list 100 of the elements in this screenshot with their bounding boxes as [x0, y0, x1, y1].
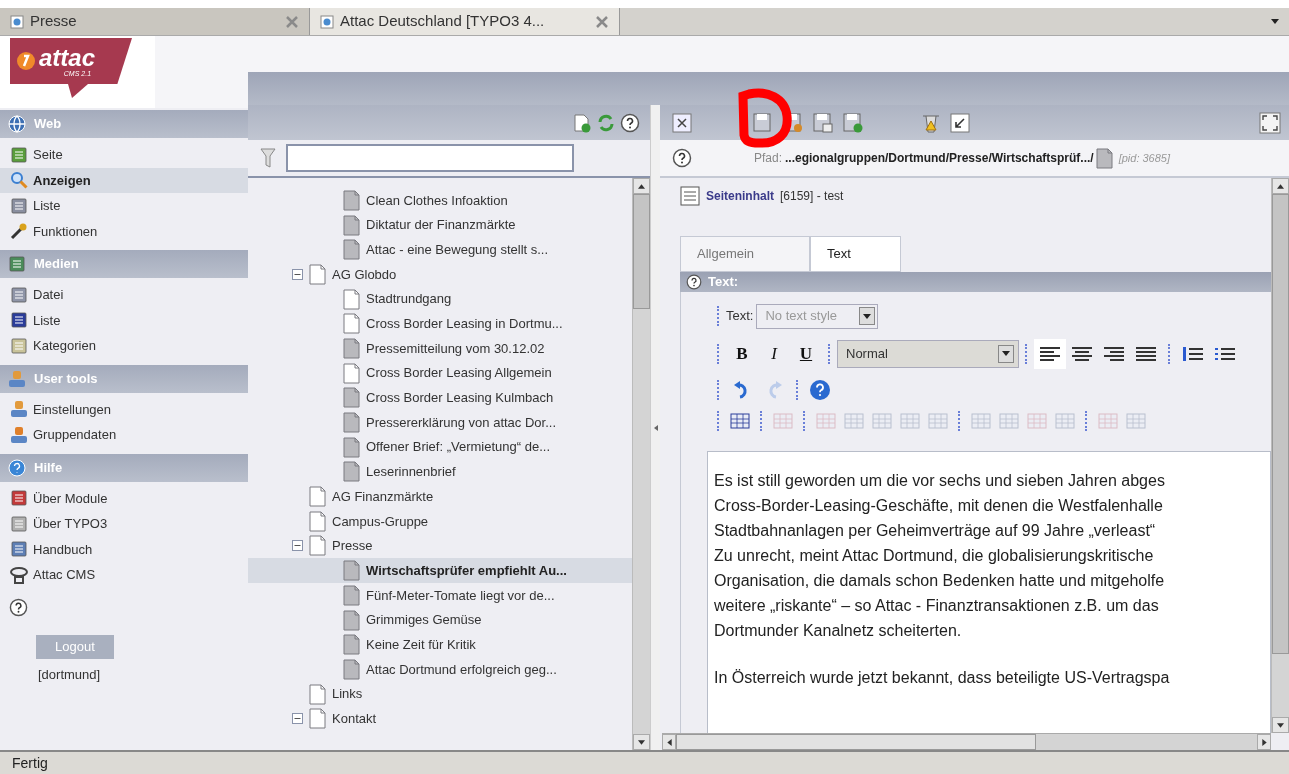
tree-label[interactable]: Wirtschaftsprüfer empfiehlt Au...: [366, 560, 567, 581]
tree-row[interactable]: Clean Clothes Infoaktion: [248, 188, 632, 213]
tab-label[interactable]: Attac Deutschland [TYPO3 4...: [340, 10, 589, 33]
scroll-right-icon[interactable]: [1261, 738, 1267, 746]
tree-label[interactable]: Campus-Gruppe: [332, 511, 429, 532]
scroll-thumb[interactable]: [633, 194, 650, 309]
format-button[interactable]: I: [758, 340, 790, 367]
sidebar-item[interactable]: Attac CMS: [0, 562, 248, 588]
tree-row[interactable]: Cross Border Leasing Allgemein: [248, 360, 632, 386]
tab[interactable]: Text: [810, 236, 901, 272]
sidebar-item[interactable]: Liste: [0, 193, 248, 219]
tree-label[interactable]: Grimmiges Gemüse: [366, 610, 482, 630]
filter-field[interactable]: [286, 144, 574, 172]
tree-row[interactable]: Grimmiges Gemüse: [248, 607, 632, 633]
tree-row[interactable]: Leserinnenbrief: [248, 459, 632, 485]
tree-label[interactable]: Cross Border Leasing in Dortmu...: [366, 314, 563, 334]
tree-label[interactable]: Leserinnenbrief: [366, 462, 456, 482]
text-style-label: Text:: [726, 307, 754, 326]
collapse-icon[interactable]: [292, 713, 303, 725]
browser-tab[interactable]: Presse: [0, 8, 310, 35]
tree-label[interactable]: AG Globdo: [332, 264, 397, 285]
tree-label[interactable]: Links: [332, 684, 363, 704]
scroll-thumb[interactable]: [1272, 194, 1289, 654]
tree-row[interactable]: Pressererklärung von attac Dor...: [248, 410, 632, 435]
collapse-icon[interactable]: [292, 268, 303, 280]
tree-label[interactable]: Presse: [332, 536, 373, 556]
table-icon: [1125, 410, 1147, 431]
tree-row[interactable]: Fünf-Meter-Tomate liegt vor de...: [248, 583, 632, 608]
sidebar-item[interactable]: Datei: [0, 282, 248, 308]
sidebar-item[interactable]: Kategorien: [0, 333, 248, 359]
scroll-thumb[interactable]: [676, 734, 1036, 750]
tree-label[interactable]: Clean Clothes Infoaktion: [366, 190, 508, 211]
scrollbar[interactable]: [632, 178, 650, 750]
tree-row[interactable]: Presse: [248, 533, 632, 559]
tree-row[interactable]: Diktatur der Finanzmärkte: [248, 212, 632, 238]
scroll-up-icon[interactable]: [638, 183, 645, 189]
sidebar-item[interactable]: Handbuch: [0, 536, 248, 562]
scrollbar[interactable]: [662, 733, 1271, 750]
tree-row[interactable]: Campus-Gruppe: [248, 508, 632, 534]
tree-label[interactable]: Cross Border Leasing Allgemein: [366, 363, 552, 383]
calendar-icon: [10, 311, 28, 330]
sidebar-item[interactable]: Seite: [0, 142, 248, 168]
tree-label[interactable]: Pressererklärung von attac Dor...: [366, 412, 557, 433]
record-type-link[interactable]: Seiteninhalt: [706, 187, 774, 205]
dropdown-icon[interactable]: [1271, 19, 1279, 24]
tree-row[interactable]: Attac Dortmund erfolgreich geg...: [248, 657, 632, 682]
collapse-arrow-icon[interactable]: [653, 424, 658, 431]
format-button[interactable]: U: [790, 340, 822, 367]
tree-label[interactable]: Stadtrundgang: [366, 289, 452, 309]
tree-label[interactable]: Attac Dortmund erfolgreich geg...: [366, 659, 557, 680]
table-icon: [1026, 410, 1048, 431]
tree-row[interactable]: Offener Brief: „Vermietung“ de...: [248, 434, 632, 460]
sidebar-item[interactable]: Anzeigen: [0, 167, 248, 193]
toolbar-grip: [717, 379, 720, 400]
scroll-down-icon[interactable]: [1277, 722, 1284, 728]
tab-label[interactable]: Presse: [30, 10, 279, 33]
tree-label[interactable]: Cross Border Leasing Kulmbach: [366, 388, 554, 408]
tree-row[interactable]: Attac - eine Bewegung stellt s...: [248, 237, 632, 263]
tree-row[interactable]: Cross Border Leasing in Dortmu...: [248, 311, 632, 337]
align-icon: [1040, 346, 1060, 361]
tree-label[interactable]: Pressemitteilung vom 30.12.02: [366, 338, 545, 359]
sidebar-item[interactable]: Über TYPO3: [0, 511, 248, 537]
browser-tab[interactable]: Attac Deutschland [TYPO3 4...: [310, 8, 620, 35]
dropdown-icon[interactable]: [1002, 351, 1010, 356]
tree-label[interactable]: Attac - eine Bewegung stellt s...: [366, 239, 549, 260]
tree-row[interactable]: Kontakt: [248, 706, 632, 732]
tree-row[interactable]: Cross Border Leasing Kulmbach: [248, 385, 632, 411]
tree-label[interactable]: AG Finanzmärkte: [332, 486, 434, 507]
tab[interactable]: Allgemein: [680, 236, 810, 272]
block-style-select[interactable]: Normal: [837, 339, 1019, 368]
tree-label[interactable]: Offener Brief: „Vermietung“ de...: [366, 437, 550, 457]
tree-label[interactable]: Diktatur der Finanzmärkte: [366, 215, 516, 235]
tree-row[interactable]: AG Globdo: [248, 262, 632, 287]
tree-row[interactable]: Stadtrundgang: [248, 286, 632, 312]
tree-row[interactable]: Wirtschaftsprüfer empfiehlt Au...: [248, 558, 632, 583]
sidebar-item[interactable]: Über Module: [0, 485, 248, 511]
scroll-up-icon[interactable]: [1277, 183, 1284, 189]
numbered-list-icon[interactable]: [1183, 345, 1203, 362]
tree-row[interactable]: Links: [248, 681, 632, 707]
sidebar-item[interactable]: Liste: [0, 307, 248, 333]
scroll-down-icon[interactable]: [638, 739, 645, 745]
sidebar-item[interactable]: Funktionen: [0, 218, 248, 244]
tree-row[interactable]: AG Finanzmärkte: [248, 484, 632, 509]
tree-row[interactable]: Pressemitteilung vom 30.12.02: [248, 336, 632, 361]
tree-row[interactable]: Keine Zeit für Kritik: [248, 632, 632, 658]
collapse-icon[interactable]: [292, 540, 303, 552]
sidebar-item[interactable]: Einstellungen: [0, 396, 248, 422]
group-title: User tools: [34, 369, 98, 388]
scroll-left-icon[interactable]: [666, 738, 672, 746]
format-button[interactable]: B: [726, 340, 758, 367]
scrollbar[interactable]: [1271, 178, 1289, 733]
globe-icon: [8, 115, 26, 133]
sidebar-item[interactable]: Gruppendaten: [0, 422, 248, 448]
tree-label[interactable]: Kontakt: [332, 709, 377, 729]
tree-label[interactable]: Fünf-Meter-Tomate liegt vor de...: [366, 585, 555, 606]
align-button[interactable]: [1034, 338, 1066, 369]
text-editor-area[interactable]: [707, 450, 1271, 733]
bullet-list-icon[interactable]: [1215, 345, 1235, 362]
tree-label[interactable]: Keine Zeit für Kritik: [366, 634, 476, 655]
dropdown-icon[interactable]: [863, 313, 872, 319]
